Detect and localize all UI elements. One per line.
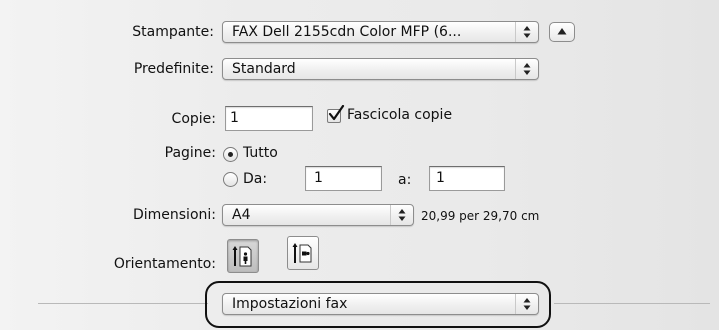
disclosure-button[interactable]	[549, 22, 575, 42]
portrait-orientation-button[interactable]	[227, 239, 259, 273]
pages-range-radio[interactable]	[223, 172, 238, 187]
collate-label: Fascicola copie	[347, 107, 453, 123]
printer-label: Stampante:	[132, 24, 214, 40]
paper-size-label: Dimensioni:	[132, 207, 216, 223]
printer-popup[interactable]: FAX Dell 2155cdn Color MFP (6...	[222, 21, 539, 43]
presets-label: Predefinite:	[133, 61, 214, 77]
landscape-orientation-button[interactable]	[287, 236, 319, 270]
paper-size-value: A4	[232, 207, 251, 223]
separator-right	[554, 303, 710, 304]
pages-label: Pagine:	[164, 145, 216, 161]
section-value: Impostazioni fax	[232, 296, 348, 312]
section-popup[interactable]: Impostazioni fax	[222, 293, 539, 315]
pages-from-label: Da:	[243, 171, 268, 187]
printer-value: FAX Dell 2155cdn Color MFP (6...	[232, 24, 462, 40]
updown-arrows-icon	[390, 205, 413, 225]
presets-value: Standard	[232, 61, 296, 77]
pages-to-field[interactable]: 1	[429, 166, 505, 191]
collate-checkbox[interactable]	[327, 105, 345, 123]
orientation-label: Orientamento:	[113, 256, 216, 272]
copies-field[interactable]: 1	[225, 106, 313, 131]
paper-dimensions-text: 20,99 per 29,70 cm	[421, 209, 540, 223]
portrait-orientation-icon	[232, 246, 252, 267]
presets-popup[interactable]: Standard	[222, 58, 539, 80]
checkmark-icon	[328, 105, 345, 121]
updown-arrows-icon	[515, 59, 538, 79]
pages-from-field[interactable]: 1	[305, 166, 382, 191]
landscape-orientation-icon	[292, 243, 312, 263]
disclosure-triangle-icon	[557, 28, 567, 35]
updown-arrows-icon	[515, 22, 538, 42]
pages-all-radio[interactable]	[223, 147, 238, 162]
pages-all-label: Tutto	[243, 145, 278, 161]
pages-to-label: a:	[398, 172, 412, 188]
paper-size-popup[interactable]: A4	[222, 204, 414, 226]
separator-left	[38, 303, 208, 304]
copies-label: Copie:	[171, 111, 216, 127]
updown-arrows-icon	[515, 294, 538, 314]
radio-selected-dot	[228, 152, 233, 157]
